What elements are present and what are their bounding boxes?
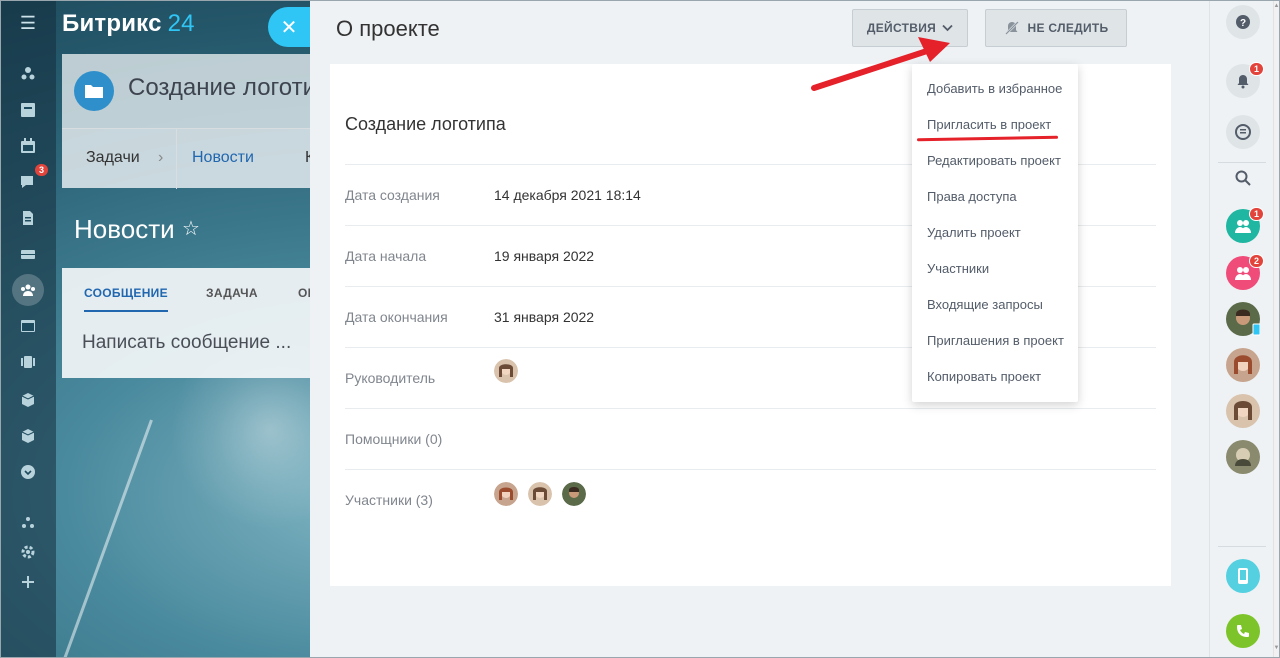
menu-item-invitations[interactable]: Приглашения в проект <box>927 333 1064 348</box>
write-message-input[interactable]: Написать сообщение ... <box>82 332 291 354</box>
group-chat-badge: 1 <box>1248 207 1264 221</box>
star-icon[interactable]: ☆ <box>182 216 200 241</box>
user-avatar-icon[interactable] <box>1226 394 1260 428</box>
post-form: СООБЩЕНИЕ ЗАДАЧА ОП Написать сообщение .… <box>62 268 316 378</box>
chat-icon[interactable]: 3 <box>14 164 48 196</box>
member-avatars <box>494 482 586 506</box>
search-icon[interactable] <box>1226 161 1260 195</box>
panel-title: О проекте <box>336 16 440 41</box>
user-avatar-icon[interactable] <box>1226 302 1260 336</box>
drive-icon[interactable] <box>14 240 42 268</box>
live-feed-icon[interactable] <box>1226 115 1260 149</box>
sites-icon[interactable] <box>14 312 42 340</box>
actions-button[interactable]: ДЕЙСТВИЯ <box>852 9 968 47</box>
user-avatar-icon[interactable] <box>1226 440 1260 474</box>
row-label: Дата создания <box>345 187 440 203</box>
tab-news[interactable]: Новости <box>192 149 254 167</box>
crm-icon[interactable] <box>14 348 42 376</box>
project-tabs: Задачи › Новости К <box>62 128 314 189</box>
activity-stream-icon[interactable] <box>14 60 42 88</box>
avatar[interactable] <box>562 482 586 506</box>
folder-icon <box>74 71 114 111</box>
phone-icon[interactable] <box>1226 614 1260 648</box>
menu-icon[interactable]: ☰ <box>18 14 38 32</box>
close-icon: ✕ <box>280 16 298 39</box>
row-label: Участники (3) <box>345 492 433 508</box>
mobile-app-icon[interactable] <box>1226 559 1260 593</box>
divider <box>1218 546 1266 547</box>
menu-item-invite[interactable]: Пригласить в проект <box>927 117 1051 132</box>
row-value: 14 декабря 2021 18:14 <box>494 187 641 203</box>
background-project-page: Создание логотипа Задачи › Новости К Нов… <box>62 54 342 378</box>
menu-item-add-favorites[interactable]: Добавить в избранное <box>927 81 1062 96</box>
tasks-icon[interactable] <box>14 96 42 124</box>
row-label: Помощники (0) <box>345 431 443 447</box>
row-value: 19 января 2022 <box>494 248 595 264</box>
scrollbar[interactable] <box>1273 0 1280 658</box>
unfollow-button[interactable]: НЕ СЛЕДИТЬ <box>985 9 1127 47</box>
owner-avatars <box>494 359 518 383</box>
row-label: Дата начала <box>345 248 427 264</box>
menu-item-incoming-requests[interactable]: Входящие запросы <box>927 297 1043 312</box>
menu-item-edit[interactable]: Редактировать проект <box>927 153 1061 168</box>
bell-off-icon <box>1004 21 1019 35</box>
menu-item-delete[interactable]: Удалить проект <box>927 225 1021 240</box>
project-name: Создание логотипа <box>345 114 506 134</box>
settings-icon[interactable] <box>14 538 42 566</box>
menu-item-members[interactable]: Участники <box>927 261 989 276</box>
logo-name: Битрикс <box>62 10 162 37</box>
left-navigation: ☰ 3 <box>0 0 56 658</box>
group-chat-icon[interactable]: 2 <box>1226 254 1264 290</box>
unfollow-label: НЕ СЛЕДИТЬ <box>1027 21 1109 35</box>
avatar[interactable] <box>528 482 552 506</box>
row-label: Руководитель <box>345 370 436 386</box>
workgroups-icon[interactable] <box>12 274 44 306</box>
news-title: Новости <box>74 214 175 244</box>
row-label: Дата окончания <box>345 309 448 325</box>
project-header: Создание логотипа <box>62 54 342 128</box>
notifications-icon[interactable]: 1 <box>1226 62 1264 98</box>
actions-label: ДЕЙСТВИЯ <box>866 21 937 35</box>
tab-task[interactable]: ЗАДАЧА <box>206 286 258 300</box>
user-avatar-icon[interactable] <box>1226 348 1260 382</box>
group-chat-badge: 2 <box>1248 254 1264 268</box>
actions-dropdown-menu: Добавить в избранное Пригласить в проект… <box>912 64 1078 402</box>
bitrix24-logo[interactable]: Битрикс 24 <box>62 10 195 38</box>
row-value: 31 января 2022 <box>494 309 595 325</box>
tab-message[interactable]: СООБЩЕНИЕ <box>84 286 168 312</box>
chevron-right-icon: › <box>158 149 164 166</box>
logo-number: 24 <box>167 10 195 37</box>
documents-icon[interactable] <box>14 204 42 232</box>
group-chat-icon[interactable]: 1 <box>1226 207 1264 243</box>
row-members: Участники (3) <box>345 469 1156 530</box>
svg-text:?: ? <box>1240 18 1246 29</box>
tab-divider <box>176 129 177 189</box>
help-icon[interactable]: ? <box>1226 5 1260 39</box>
scroll-up-icon[interactable]: ▲ <box>1273 3 1280 10</box>
scroll-down-icon[interactable]: ▼ <box>1273 645 1280 652</box>
notifications-badge: 1 <box>1248 62 1264 76</box>
avatar[interactable] <box>494 359 518 383</box>
close-slider-button[interactable]: ✕ <box>268 7 310 47</box>
chevron-down-icon <box>942 24 953 32</box>
chat-badge: 3 <box>34 164 48 176</box>
calendar-icon[interactable] <box>14 132 42 160</box>
box-icon[interactable] <box>14 422 42 450</box>
avatar[interactable] <box>494 482 518 506</box>
more-icon[interactable] <box>14 458 42 486</box>
row-helpers: Помощники (0) <box>345 408 1156 469</box>
menu-item-copy[interactable]: Копировать проект <box>927 369 1041 384</box>
tab-tasks[interactable]: Задачи <box>86 149 140 167</box>
box-icon[interactable] <box>14 386 42 414</box>
sitemap-icon[interactable] <box>14 508 42 536</box>
background-stem <box>61 419 153 658</box>
plus-icon[interactable] <box>14 568 42 596</box>
menu-item-access-rights[interactable]: Права доступа <box>927 189 1017 204</box>
